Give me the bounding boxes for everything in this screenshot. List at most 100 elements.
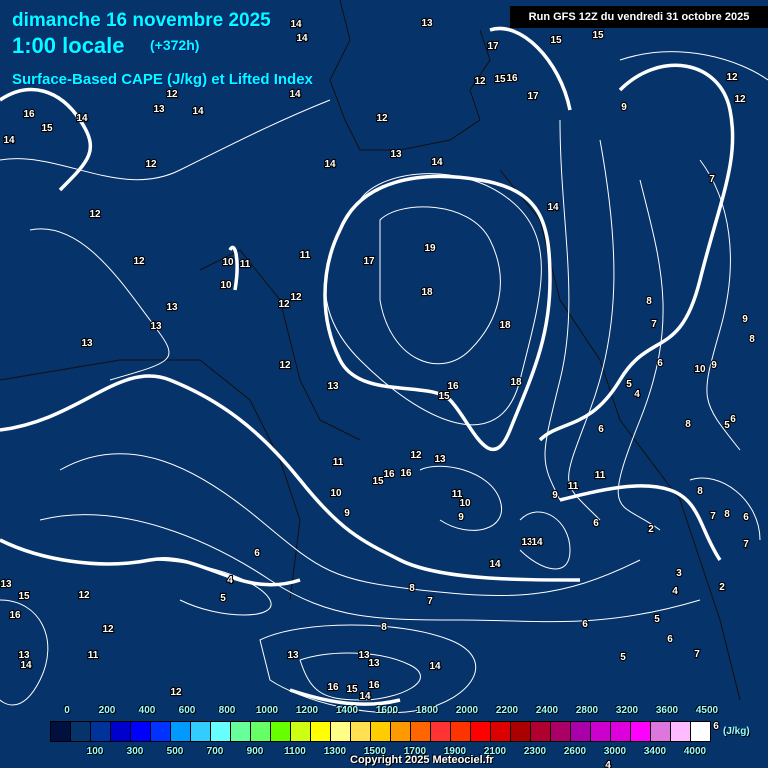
contour-label: 16 xyxy=(327,682,339,693)
legend-swatch xyxy=(231,722,251,741)
contour-label: 15 xyxy=(372,476,384,487)
contour-label: 6 xyxy=(730,414,736,425)
contour-label: 6 xyxy=(582,619,588,630)
contour-label: 12 xyxy=(166,89,178,100)
contour-label: 9 xyxy=(344,508,350,519)
contour-label: 4 xyxy=(605,760,611,768)
legend-swatch xyxy=(431,722,451,741)
legend-swatch xyxy=(331,722,351,741)
contour-label: 6 xyxy=(598,424,604,435)
legend-swatch xyxy=(91,722,111,741)
contour-label: 10 xyxy=(330,488,342,499)
contour-label: 15 xyxy=(592,30,604,41)
contour-lines-thin xyxy=(0,51,768,714)
contour-label: 14 xyxy=(192,106,204,117)
contour-label: 12 xyxy=(726,72,738,83)
contour-label: 4 xyxy=(227,575,233,586)
legend-tick-top: 800 xyxy=(218,705,236,716)
contour-label: 14 xyxy=(429,661,441,672)
contour-label: 14 xyxy=(3,135,15,146)
legend-swatch xyxy=(611,722,631,741)
legend-tick-bottom: 1100 xyxy=(284,746,306,757)
legend-swatch xyxy=(171,722,191,741)
legend-tick-bottom: 500 xyxy=(166,746,184,757)
contour-label: 15 xyxy=(494,74,506,85)
contour-label: 15 xyxy=(346,684,358,695)
contour-label: 13 xyxy=(0,579,12,590)
legend-tick-top: 400 xyxy=(138,705,156,716)
legend-swatch xyxy=(71,722,91,741)
contour-label: 11 xyxy=(568,481,579,492)
contour-label: 9 xyxy=(458,512,464,523)
legend-swatch xyxy=(511,722,531,741)
contour-label: 13 xyxy=(81,338,93,349)
contour-label: 12 xyxy=(89,209,101,220)
contour-label: 6 xyxy=(713,721,719,732)
contour-label: 5 xyxy=(620,652,626,663)
contour-label: 4 xyxy=(672,586,678,597)
contour-label: 12 xyxy=(279,360,291,371)
legend-tick-top: 200 xyxy=(98,705,116,716)
legend-swatch xyxy=(391,722,411,741)
legend-unit: (J/kg) xyxy=(723,726,750,737)
contour-label: 7 xyxy=(427,596,433,607)
contour-label: 14 xyxy=(489,559,501,570)
contour-label: 14 xyxy=(289,89,301,100)
contour-label: 13 xyxy=(368,658,380,669)
legend-swatch xyxy=(351,722,371,741)
contour-label: 15 xyxy=(438,391,450,402)
contour-label: 5 xyxy=(626,379,632,390)
contour-label: 10 xyxy=(220,280,232,291)
contour-label: 7 xyxy=(710,511,716,522)
contour-label: 8 xyxy=(697,486,703,497)
contour-label: 12 xyxy=(133,256,145,267)
contour-label: 17 xyxy=(487,41,499,52)
legend-tick-top: 1800 xyxy=(415,705,439,716)
contour-label: 19 xyxy=(424,243,436,254)
contour-label: 3 xyxy=(676,568,682,579)
contour-label: 14 xyxy=(431,157,443,168)
forecast-date: dimanche 16 novembre 2025 xyxy=(12,10,271,31)
contour-label: 14 xyxy=(547,202,559,213)
legend-swatch xyxy=(51,722,71,741)
contour-label: 12 xyxy=(78,590,90,601)
legend-swatch xyxy=(291,722,311,741)
legend-swatch xyxy=(211,722,231,741)
contour-label: 10 xyxy=(694,364,706,375)
legend-tick-bottom: 3000 xyxy=(603,746,627,757)
forecast-time: 1:00 locale xyxy=(12,33,125,58)
coastlines xyxy=(0,0,741,701)
contour-label: 13 xyxy=(287,650,299,661)
contour-label: 7 xyxy=(709,174,715,185)
contour-label: 10 xyxy=(459,498,471,509)
legend-swatch xyxy=(551,722,571,741)
contour-label: 17 xyxy=(527,91,539,102)
contour-label: 17 xyxy=(363,256,375,267)
contour-label: 12 xyxy=(376,113,388,124)
contour-label: 11 xyxy=(595,470,606,481)
legend-tick-top: 2800 xyxy=(575,705,599,716)
legend-tick-bottom: 2600 xyxy=(563,746,587,757)
contour-label: 2 xyxy=(648,524,654,535)
legend-tick-top: 2400 xyxy=(535,705,559,716)
contour-label: 9 xyxy=(552,490,558,501)
legend-tick-top: 1400 xyxy=(335,705,359,716)
legend-tick-bottom: 100 xyxy=(86,746,104,757)
legend-swatch xyxy=(251,722,271,741)
legend-tick-bottom: 3400 xyxy=(643,746,667,757)
legend-swatch xyxy=(151,722,171,741)
legend-tick-bottom: 900 xyxy=(246,746,264,757)
contour-label: 7 xyxy=(651,319,657,330)
legend-swatch xyxy=(491,722,511,741)
contour-label: 6 xyxy=(593,518,599,529)
contour-label: 9 xyxy=(621,102,627,113)
contour-label: 12 xyxy=(290,292,302,303)
contour-label: 14 xyxy=(76,113,88,124)
copyright: Copyright 2025 Meteociel.fr xyxy=(350,754,494,766)
contour-label: 2 xyxy=(719,582,725,593)
contour-label: 4 xyxy=(634,389,640,400)
color-legend xyxy=(50,721,711,742)
legend-tick-top: 3600 xyxy=(655,705,679,716)
contour-label: 14 xyxy=(20,660,32,671)
contour-label: 7 xyxy=(694,649,700,660)
